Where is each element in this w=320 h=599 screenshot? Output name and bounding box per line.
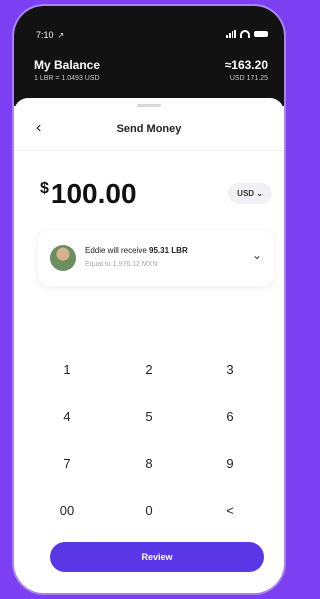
phone-frame: 7:10 ↗ My Balance 1 LBR = 1.0493 USD ≈163…: [14, 6, 284, 593]
amount-value: 100.00: [50, 178, 137, 209]
battery-icon: [254, 31, 268, 37]
key-6[interactable]: 6: [200, 403, 260, 431]
avatar: [50, 245, 76, 271]
divider: [14, 150, 284, 151]
recipient-equivalent: Equal to 1,976.12 MXN: [85, 261, 158, 268]
review-button[interactable]: Review: [50, 542, 264, 572]
key-3[interactable]: 3: [200, 356, 260, 384]
key-0[interactable]: 0: [119, 497, 179, 525]
wifi-icon: [240, 30, 250, 38]
system-icons: [226, 30, 268, 38]
send-money-sheet: ‹ Send Money $100.00 USD ⌄ Eddie will re…: [14, 98, 284, 593]
balance-usd: USD 171.25: [229, 75, 268, 82]
balance-header: 7:10 ↗ My Balance 1 LBR = 1.0493 USD ≈163…: [14, 6, 284, 106]
status-time: 7:10 ↗: [36, 30, 65, 40]
amount-display: $100.00: [40, 178, 137, 210]
recipient-card[interactable]: Eddie will receive 95.31 LBR Equal to 1,…: [38, 230, 274, 286]
backspace-key[interactable]: <: [200, 497, 260, 525]
key-00[interactable]: 00: [37, 497, 97, 525]
dropdown-chevron-icon[interactable]: ⌄: [252, 248, 262, 262]
key-4[interactable]: 4: [37, 403, 97, 431]
currency-selector[interactable]: USD ⌄: [228, 183, 272, 204]
recipient-receive-text: Eddie will receive 95.31 LBR: [85, 246, 188, 255]
sheet-grabber[interactable]: [137, 104, 161, 107]
exchange-rate: 1 LBR = 1.0493 USD: [34, 75, 100, 82]
page-title: Send Money: [116, 123, 182, 135]
signal-icon: [226, 30, 236, 38]
key-7[interactable]: 7: [37, 450, 97, 478]
key-2[interactable]: 2: [119, 356, 179, 384]
key-5[interactable]: 5: [119, 403, 179, 431]
key-1[interactable]: 1: [37, 356, 97, 384]
location-icon: ↗: [57, 31, 65, 40]
balance-title: My Balance: [34, 58, 101, 72]
status-bar: 7:10 ↗: [36, 30, 268, 44]
currency-symbol: $: [40, 180, 49, 197]
key-8[interactable]: 8: [119, 450, 179, 478]
receive-amount: 95.31 LBR: [149, 246, 188, 255]
key-9[interactable]: 9: [200, 450, 260, 478]
balance-amount: ≈163.20: [224, 58, 268, 72]
